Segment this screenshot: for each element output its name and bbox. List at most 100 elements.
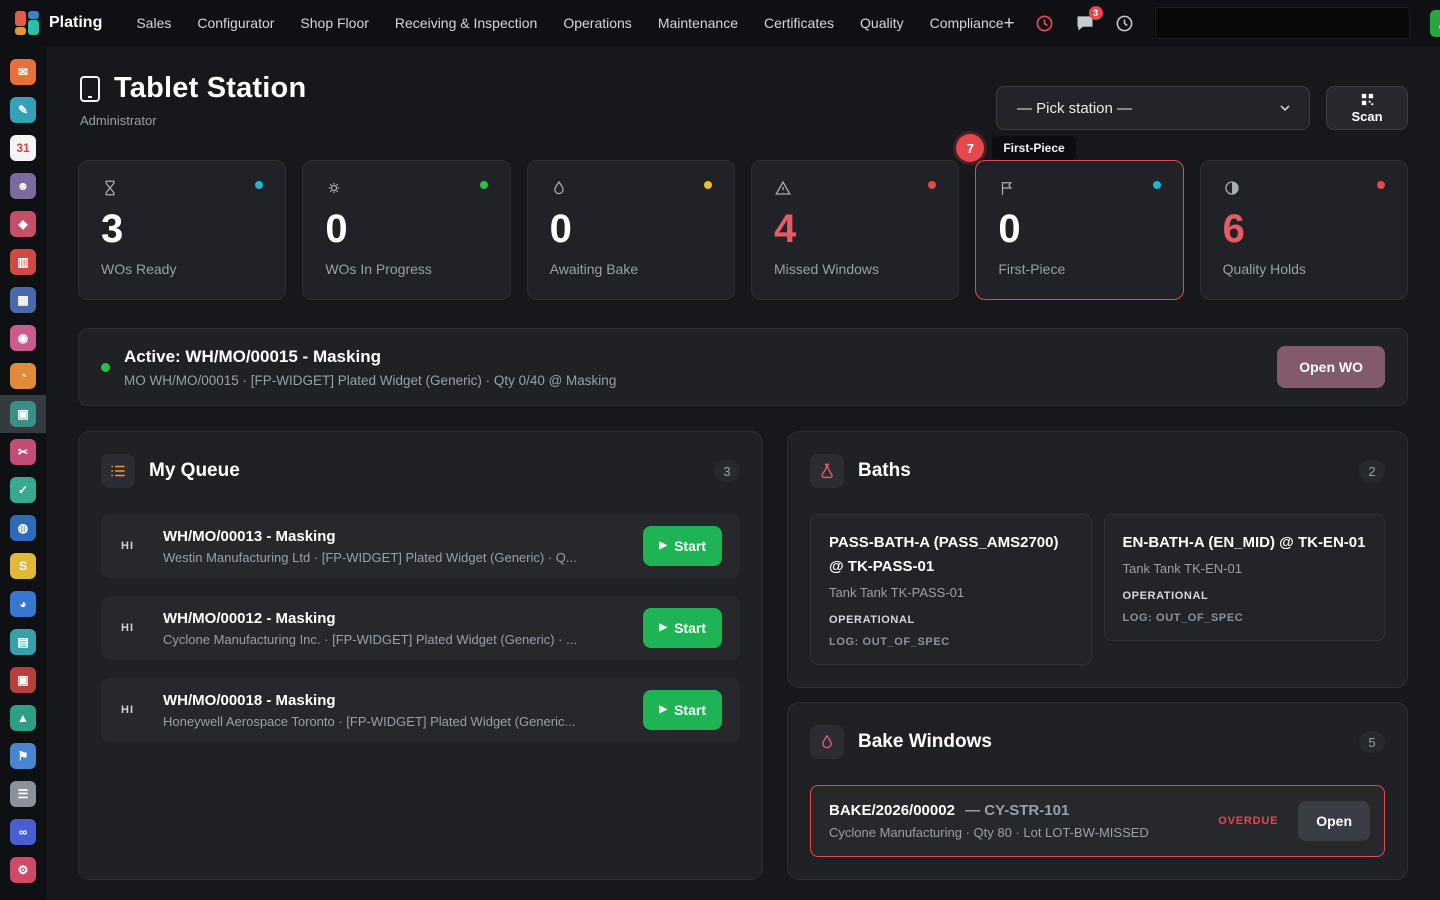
active-wo-banner: Active: WH/MO/00015 - Masking MO WH/MO/0… — [78, 328, 1408, 406]
activity-clock-icon[interactable] — [1035, 13, 1055, 33]
nav-item-shop-floor[interactable]: Shop Floor — [300, 15, 368, 31]
warning-triangle-icon — [774, 179, 792, 197]
stat-label: Missed Windows — [774, 261, 936, 277]
nav-item-quality[interactable]: Quality — [860, 15, 904, 31]
sidebar-app-plating[interactable]: ▣ — [0, 395, 46, 433]
topbar-search-input[interactable] — [1155, 7, 1410, 39]
bath-tank: Tank Tank TK-EN-01 — [1123, 561, 1367, 576]
sidebar-app-website[interactable]: ◍ — [0, 509, 46, 547]
nav-item-compliance[interactable]: Compliance — [930, 15, 1004, 31]
user-avatar[interactable]: A — [1430, 10, 1440, 37]
queue-item[interactable]: HI WH/MO/00012 - Masking Cyclone Manufac… — [101, 596, 740, 660]
sidebar-app-project[interactable]: ⚑ — [0, 737, 46, 775]
queue-item[interactable]: HI WH/MO/00018 - Masking Honeywell Aeros… — [101, 678, 740, 742]
stat-label: WOs In Progress — [325, 261, 487, 277]
recent-clock-icon[interactable] — [1115, 13, 1135, 33]
start-button[interactable]: ▶ Start — [643, 608, 722, 648]
queue-list: HI WH/MO/00013 - Masking Westin Manufact… — [101, 514, 740, 742]
crm-app-icon: ◆ — [10, 211, 36, 237]
stat-dot — [1153, 181, 1161, 189]
stat-value: 6 — [1223, 209, 1385, 249]
sidebar-app-sales[interactable]: ▥ — [0, 243, 46, 281]
nav-item-sales[interactable]: Sales — [136, 15, 171, 31]
active-wo-title: Active: WH/MO/00015 - Masking — [124, 347, 1277, 367]
start-button[interactable]: ▶ Start — [643, 526, 722, 566]
sidebar-app-livechat[interactable]: ☰ — [0, 775, 46, 813]
sidebar-app-dashboards[interactable]: ▦ — [0, 281, 46, 319]
sidebar-app-links[interactable]: ∞ — [0, 813, 46, 851]
gears-icon — [325, 179, 343, 197]
sidebar-app-manufacturing[interactable]: ▣ — [0, 661, 46, 699]
open-wo-button[interactable]: Open WO — [1277, 346, 1385, 388]
play-icon: ▶ — [659, 623, 667, 633]
nav-item-maintenance[interactable]: Maintenance — [658, 15, 738, 31]
sidebar-app-calendar[interactable]: 31 — [0, 129, 46, 167]
add-icon[interactable]: + — [1004, 14, 1015, 33]
spreadsheet-app-icon: ◔ — [10, 363, 36, 389]
bake-open-button[interactable]: Open — [1298, 801, 1370, 841]
sidebar-app-crm[interactable]: ◆ — [0, 205, 46, 243]
baths-count-badge: 2 — [1359, 460, 1385, 482]
bath-card[interactable]: PASS-BATH-A (PASS_AMS2700) @ TK-PASS-01 … — [810, 514, 1092, 665]
sidebar-app-studio[interactable]: S — [0, 547, 46, 585]
scan-button[interactable]: Scan — [1326, 86, 1408, 130]
stat-dot — [928, 181, 936, 189]
bake-ref: BAKE/2026/00002 — [829, 802, 955, 819]
topbar: Plating Sales Configurator Shop Floor Re… — [0, 0, 1440, 46]
bath-card[interactable]: EN-BATH-A (EN_MID) @ TK-EN-01 Tank Tank … — [1104, 514, 1386, 641]
dashboards-app-icon: ▦ — [10, 287, 36, 313]
sidebar-app-discuss[interactable]: ✉ — [0, 53, 46, 91]
sidebar-app-maintenance-app[interactable]: ⚙ — [0, 851, 46, 889]
sidebar-app-todo[interactable]: ✓ — [0, 471, 46, 509]
baths-panel: Baths 2 PASS-BATH-A (PASS_AMS2700) @ TK-… — [787, 431, 1408, 688]
app-brand[interactable]: Plating — [14, 10, 102, 36]
app-name: Plating — [49, 14, 102, 32]
start-button[interactable]: ▶ Start — [643, 690, 722, 730]
livechat-app-icon: ☰ — [10, 781, 36, 807]
repairs-app-icon: ✂ — [10, 439, 36, 465]
station-picker-value: — Pick station — — [1017, 100, 1277, 117]
stat-card-first-piece[interactable]: 7 First-Piece 0 First-Piece — [975, 160, 1183, 300]
nav-item-receiving[interactable]: Receiving & Inspection — [395, 15, 537, 31]
messages-icon[interactable]: 3 — [1075, 13, 1095, 33]
stat-card-wos-in-progress[interactable]: 0 WOs In Progress — [302, 160, 510, 300]
stat-dot — [255, 181, 263, 189]
bake-window-row[interactable]: BAKE/2026/00002 — CY-STR-101 Cyclone Man… — [810, 785, 1385, 857]
nav-item-certificates[interactable]: Certificates — [764, 15, 834, 31]
page-title: Tablet Station — [114, 72, 306, 105]
top-nav: Sales Configurator Shop Floor Receiving … — [136, 15, 1003, 31]
start-button-label: Start — [674, 620, 706, 636]
stat-dot — [1377, 181, 1385, 189]
overdue-badge: OVERDUE — [1218, 815, 1278, 827]
stat-card-missed-windows[interactable]: 4 Missed Windows — [751, 160, 959, 300]
active-wo-subtitle: MO WH/MO/00015 · [FP-WIDGET] Plated Widg… — [124, 373, 1277, 388]
stat-value: 0 — [550, 209, 712, 249]
start-button-label: Start — [674, 702, 706, 718]
stat-value: 0 — [998, 209, 1160, 249]
station-picker-select[interactable]: — Pick station — — [996, 86, 1310, 130]
inventory-app-icon: ◕ — [10, 591, 36, 617]
sidebar-app-timesheets[interactable]: ▤ — [0, 623, 46, 661]
sidebar-app-field-service[interactable]: ◉ — [0, 319, 46, 357]
play-icon: ▶ — [659, 541, 667, 551]
sidebar-app-spreadsheet[interactable]: ◔ — [0, 357, 46, 395]
bake-droplet-icon — [810, 725, 844, 759]
nav-item-operations[interactable]: Operations — [563, 15, 631, 31]
stat-card-wos-ready[interactable]: 3 WOs Ready — [78, 160, 286, 300]
sidebar-app-knowledge[interactable]: ✎ — [0, 91, 46, 129]
messages-badge: 3 — [1089, 6, 1103, 20]
sidebar-app-contacts[interactable]: ☻ — [0, 167, 46, 205]
sidebar-app-repairs[interactable]: ✂ — [0, 433, 46, 471]
stat-card-quality-holds[interactable]: 6 Quality Holds — [1200, 160, 1408, 300]
queue-item[interactable]: HI WH/MO/00013 - Masking Westin Manufact… — [101, 514, 740, 578]
nav-item-configurator[interactable]: Configurator — [197, 15, 274, 31]
stat-label: First-Piece — [998, 261, 1160, 277]
sidebar-app-inventory[interactable]: ◕ — [0, 585, 46, 623]
bath-status: OPERATIONAL — [1123, 590, 1367, 602]
knowledge-app-icon: ✎ — [10, 97, 36, 123]
play-icon: ▶ — [659, 705, 667, 715]
stat-card-awaiting-bake[interactable]: 0 Awaiting Bake — [527, 160, 735, 300]
sidebar-apps: ✉✎31☻◆▥▦◉◔▣✂✓◍S◕▤▣▲⚑☰∞⚙ — [0, 53, 46, 889]
bath-status: OPERATIONAL — [829, 614, 1073, 626]
sidebar-app-quality-app[interactable]: ▲ — [0, 699, 46, 737]
